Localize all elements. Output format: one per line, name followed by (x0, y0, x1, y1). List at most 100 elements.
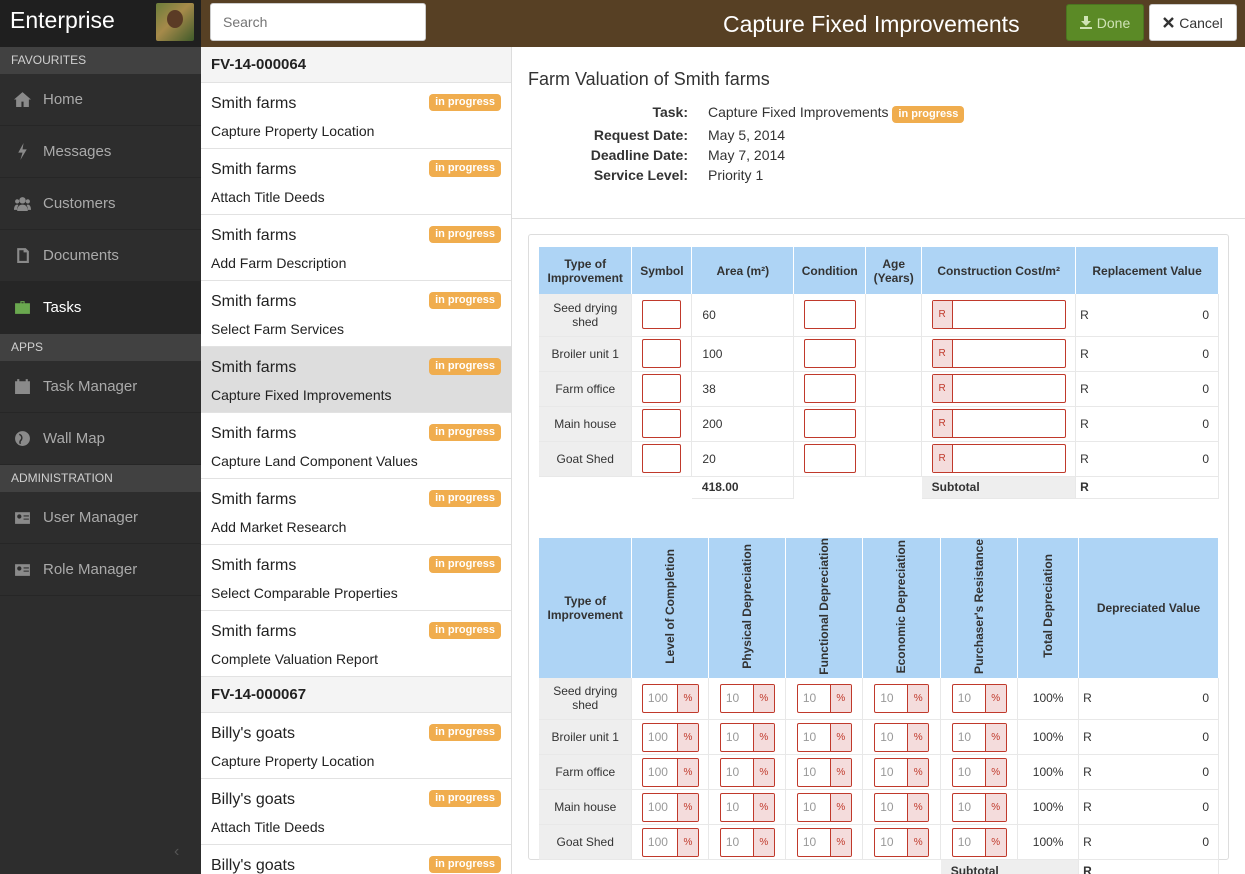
task-list-item[interactable]: Smith farms in progress Add Farm Descripti… (201, 215, 511, 281)
functional-input[interactable]: 10% (796, 683, 852, 713)
completion-input[interactable]: 100% (641, 827, 699, 857)
search-input[interactable] (210, 3, 426, 41)
resistance-cell: 10% (940, 719, 1019, 756)
physical-input[interactable]: 10% (719, 827, 775, 857)
replacement-value: R0 (1076, 308, 1218, 322)
resistance-input[interactable]: 10% (951, 827, 1007, 857)
completion-input[interactable]: 100% (641, 683, 699, 713)
resistance-input[interactable]: 10% (951, 792, 1007, 822)
done-button[interactable]: Done (1066, 4, 1144, 41)
age-cell[interactable] (865, 441, 923, 477)
task-list-item[interactable]: Smith farms in progress Select Comparable … (201, 545, 511, 611)
symbol-input[interactable] (642, 444, 682, 473)
sidebar-item-wall-map[interactable]: Wall Map (0, 413, 201, 465)
task-list-item[interactable]: Smith farms in progress Capture Land Compo… (201, 413, 511, 479)
construction-cost-cell: R (921, 336, 1077, 372)
sidebar-item-customers[interactable]: Customers (0, 178, 201, 230)
construction-cost-input[interactable]: R (931, 300, 1066, 330)
construction-cost-input[interactable]: R (931, 444, 1066, 473)
total-depreciation: 100% (1017, 789, 1080, 826)
task-step-name: Capture Property Location (211, 123, 375, 139)
functional-input[interactable]: 10% (796, 792, 852, 822)
task-list-item[interactable]: Smith farms in progress Capture Fixed Impr… (201, 347, 511, 413)
condition-input[interactable] (803, 300, 856, 330)
physical-input[interactable]: 10% (719, 722, 775, 752)
sidebar-item-role-manager[interactable]: Role Manager (0, 544, 201, 596)
economic-input[interactable]: 10% (874, 757, 930, 787)
task-list-item[interactable]: Smith farms in progress Add Market Researc… (201, 479, 511, 545)
age-cell[interactable] (865, 406, 923, 442)
construction-cost-cell: R (921, 371, 1077, 407)
physical-input[interactable]: 10% (719, 757, 775, 787)
symbol-input[interactable] (642, 409, 682, 438)
percent-suffix: % (907, 828, 929, 856)
resistance-input[interactable]: 10% (951, 683, 1007, 713)
task-list-item[interactable]: Smith farms in progress Capture Property L… (201, 83, 511, 149)
age-cell[interactable] (865, 336, 923, 372)
construction-cost-input[interactable]: R (931, 374, 1066, 403)
sidebar-section-administration: Administration (0, 465, 201, 492)
cancel-button[interactable]: Cancel (1149, 4, 1237, 41)
symbol-input[interactable] (642, 300, 682, 330)
task-client-name: Smith farms (211, 557, 297, 574)
task-list-item[interactable]: Billy's goats in progress (201, 845, 511, 874)
economic-input[interactable]: 10% (874, 827, 930, 857)
completion-input[interactable]: 100% (641, 757, 699, 787)
completion-input[interactable]: 100% (641, 792, 699, 822)
currency-symbol: R (1083, 765, 1092, 780)
status-badge: in progress (429, 790, 501, 807)
condition-input[interactable] (803, 409, 856, 438)
task-list-item[interactable]: Billy's goats in progress Attach Title Dee… (201, 779, 511, 845)
replacement-value-cell: R0 (1075, 371, 1219, 407)
functional-input[interactable]: 10% (796, 722, 852, 752)
area-value: 200 (691, 406, 795, 442)
improvement-type: Farm office (539, 754, 633, 791)
sidebar-item-user-manager[interactable]: User Manager (0, 492, 201, 544)
functional-value: 10 (802, 800, 817, 815)
task-list-item[interactable]: Billy's goats in progress Capture Property… (201, 713, 511, 779)
functional-input[interactable]: 10% (796, 827, 852, 857)
column-header: Symbol (631, 247, 693, 294)
sidebar-item-messages[interactable]: Messages (0, 126, 201, 178)
condition-input[interactable] (803, 339, 856, 368)
task-list-item[interactable]: Smith farms in progress Select Farm Servic… (201, 281, 511, 347)
brand-bar: Enterprise (0, 0, 201, 47)
resistance-cell: 10% (940, 754, 1019, 791)
condition-input[interactable] (803, 374, 856, 403)
symbol-cell (631, 406, 693, 442)
user-avatar[interactable] (156, 3, 194, 41)
functional-cell: 10% (785, 719, 864, 756)
construction-cost-input[interactable]: R (931, 409, 1066, 438)
symbol-input[interactable] (642, 374, 682, 403)
task-list-item[interactable]: Smith farms in progress Attach Title Deeds (201, 149, 511, 215)
economic-input[interactable]: 10% (874, 683, 930, 713)
condition-input[interactable] (803, 444, 856, 473)
condition-cell (793, 406, 867, 442)
construction-cost-input[interactable]: R (931, 339, 1066, 368)
area-value: 100 (691, 336, 795, 372)
functional-input[interactable]: 10% (796, 757, 852, 787)
column-header-label: Functional Depreciation (816, 538, 831, 675)
economic-input[interactable]: 10% (874, 792, 930, 822)
column-header: Purchaser's Resistance (940, 538, 1019, 678)
collapse-sidebar-icon[interactable]: ‹ (174, 843, 179, 861)
task-client-name: Smith farms (211, 95, 297, 112)
sidebar-item-home[interactable]: Home (0, 74, 201, 126)
resistance-value: 10 (957, 765, 972, 780)
improvements-table: Type of Improvement Symbol Area (m²) Condit… (539, 247, 1219, 499)
age-cell[interactable] (865, 371, 923, 407)
age-cell[interactable] (865, 294, 923, 337)
economic-input[interactable]: 10% (874, 722, 930, 752)
sidebar-item-task-manager[interactable]: Task Manager (0, 361, 201, 413)
sidebar-item-tasks[interactable]: Tasks (0, 282, 201, 334)
symbol-input[interactable] (642, 339, 682, 368)
sidebar-item-documents[interactable]: Documents (0, 230, 201, 282)
users-icon (12, 194, 32, 214)
resistance-input[interactable]: 10% (951, 722, 1007, 752)
physical-input[interactable]: 10% (719, 792, 775, 822)
resistance-input[interactable]: 10% (951, 757, 1007, 787)
physical-input[interactable]: 10% (719, 683, 775, 713)
task-step-name: Add Market Research (211, 519, 347, 535)
completion-input[interactable]: 100% (641, 722, 699, 752)
task-list-item[interactable]: Smith farms in progress Complete Valuation… (201, 611, 511, 677)
